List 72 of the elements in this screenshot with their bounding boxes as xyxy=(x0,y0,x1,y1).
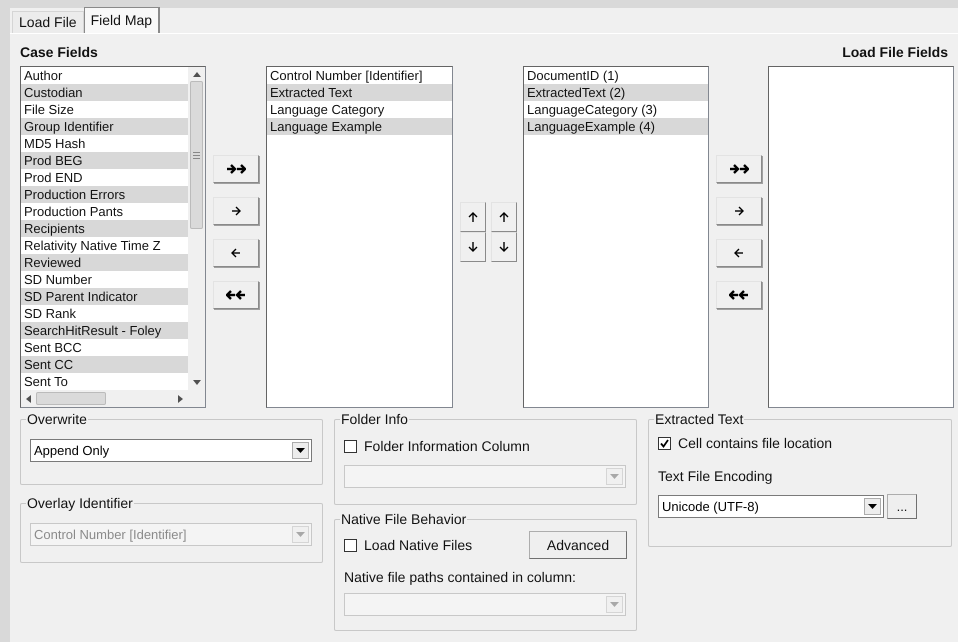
dropdown-value: Append Only xyxy=(34,442,110,460)
group-title: Overlay Identifier xyxy=(26,495,134,511)
dropdown-value: Unicode (UTF-8) xyxy=(662,498,760,516)
list-item[interactable]: ExtractedText (2) xyxy=(524,84,708,101)
list-item[interactable]: Sent CC xyxy=(21,356,188,373)
right-arrow-icon xyxy=(230,205,242,217)
list-item[interactable]: LanguageExample (4) xyxy=(524,118,708,135)
left-arrow-icon xyxy=(732,247,744,259)
checkbox[interactable] xyxy=(658,437,671,450)
list-item[interactable]: Group Identifier xyxy=(21,118,188,135)
move-button[interactable] xyxy=(716,155,762,183)
checkbox-label: Load Native Files xyxy=(364,536,472,554)
up-arrow-icon xyxy=(498,211,510,223)
move-button[interactable] xyxy=(213,281,259,309)
check-mark-icon xyxy=(660,439,669,448)
scroll-left-icon[interactable] xyxy=(26,394,31,402)
checkbox[interactable] xyxy=(344,440,357,453)
horizontal-scrollbar[interactable] xyxy=(21,390,205,407)
browse-button[interactable]: ... xyxy=(887,494,917,519)
dropdown-arrow-icon xyxy=(296,448,305,453)
list-item[interactable]: Prod BEG xyxy=(21,152,188,169)
load-file-fields-heading: Load File Fields xyxy=(842,43,948,62)
group-title: Extracted Text xyxy=(654,411,744,427)
case-fields-heading: Case Fields xyxy=(20,43,98,62)
dropdown-arrow-icon xyxy=(610,474,619,479)
group-title: Native File Behavior xyxy=(340,511,468,527)
move-down-button[interactable] xyxy=(490,232,516,262)
list-item[interactable]: Language Example xyxy=(267,118,452,135)
up-arrow-icon xyxy=(466,211,478,223)
list-item[interactable]: Production Errors xyxy=(21,186,188,203)
list-item[interactable]: Reviewed xyxy=(21,254,188,271)
list-item[interactable]: SD Parent Indicator xyxy=(21,288,188,305)
list-box[interactable]: Control Number [Identifier] Extracted Text Language Category Language Example xyxy=(266,66,453,408)
list-item[interactable]: Extracted Text xyxy=(267,84,452,101)
checkbox-label: Cell contains file location xyxy=(678,434,832,453)
checkbox-label: Folder Information Column xyxy=(364,437,530,456)
double-left-arrow-icon xyxy=(226,289,246,301)
right-arrow-icon xyxy=(732,205,744,217)
dropdown[interactable]: Unicode (UTF-8) xyxy=(658,495,884,518)
down-arrow-icon xyxy=(466,241,478,253)
list-item[interactable]: Recipients xyxy=(21,220,188,237)
scroll-up-icon[interactable] xyxy=(192,72,200,77)
list-box[interactable]: DocumentID (1) ExtractedText (2) LanguageCategory (3) LanguageExample (4) xyxy=(523,66,709,408)
down-arrow-icon xyxy=(498,241,510,253)
move-up-button[interactable] xyxy=(460,202,486,232)
list-box[interactable] xyxy=(20,66,206,408)
left-arrow-icon xyxy=(230,247,242,259)
column-label: Native file paths contained in column: xyxy=(344,568,577,587)
group-title: Folder Info xyxy=(340,411,409,427)
encoding-label: Text File Encoding xyxy=(658,467,774,486)
scroll-down-icon[interactable] xyxy=(192,380,200,385)
list-item[interactable]: Custodian xyxy=(21,84,188,101)
vertical-scrollbar[interactable] xyxy=(188,67,205,390)
scroll-right-icon[interactable] xyxy=(178,394,183,402)
tab[interactable]: Field Map xyxy=(84,7,160,33)
dropdown-arrow-icon xyxy=(610,602,619,607)
dropdown-arrow-icon xyxy=(868,504,877,509)
move-button[interactable] xyxy=(716,281,762,309)
move-up-button[interactable] xyxy=(490,202,516,232)
double-right-arrow-icon xyxy=(226,163,246,175)
tab[interactable]: Load File xyxy=(12,11,84,33)
dropdown[interactable]: Append Only xyxy=(30,439,312,462)
advanced-button[interactable]: Advanced xyxy=(529,531,627,559)
group-title: Overwrite xyxy=(26,411,88,427)
move-down-button[interactable] xyxy=(460,232,486,262)
dropdown-value: Control Number [Identifier] xyxy=(34,526,188,544)
double-left-arrow-icon xyxy=(728,289,748,301)
dropdown-arrow-icon xyxy=(296,532,305,537)
list-item[interactable]: SearchHitResult - Foley xyxy=(21,322,188,339)
move-button[interactable] xyxy=(213,155,259,183)
checkbox[interactable] xyxy=(344,538,357,552)
double-right-arrow-icon xyxy=(728,163,748,175)
